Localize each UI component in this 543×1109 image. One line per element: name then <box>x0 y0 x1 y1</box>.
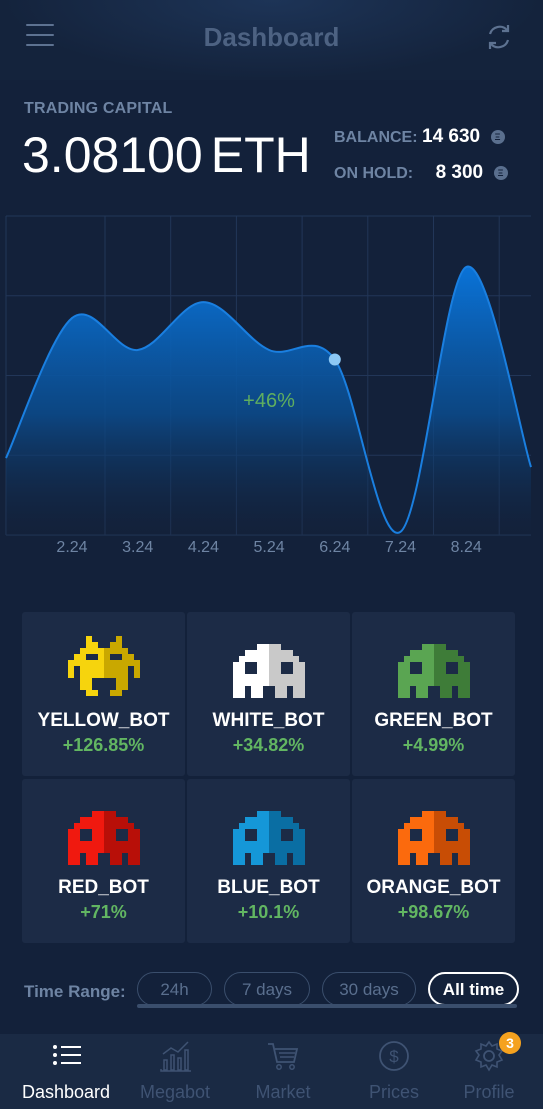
bot-name: GREEN_BOT <box>374 710 493 731</box>
x-tick-label: 5.24 <box>254 539 285 556</box>
capital-unit: ETH <box>210 127 311 183</box>
time-range-24h[interactable]: 24h <box>137 972 212 1006</box>
dollar-icon: $ <box>379 1041 409 1071</box>
chart-annotation: +46% <box>243 390 295 412</box>
ghost-invader-icon <box>397 811 470 865</box>
on-hold-label: ON HOLD: <box>334 165 414 182</box>
time-range-label: Time Range: <box>24 982 126 1001</box>
refresh-icon[interactable] <box>484 22 514 52</box>
balance-label: BALANCE: <box>334 129 418 146</box>
bot-change: +34.82% <box>232 735 305 755</box>
bot-change: +4.99% <box>402 735 465 755</box>
x-tick-label: 6.24 <box>319 539 350 556</box>
bot-change: +71% <box>80 902 127 922</box>
nav-prices[interactable]: $ Prices <box>344 1034 444 1109</box>
x-tick-label: 2.24 <box>56 539 87 556</box>
bot-name: WHITE_BOT <box>212 710 325 731</box>
eth-coin-icon: Ξ <box>493 166 508 180</box>
header: Dashboard <box>0 0 543 80</box>
ghost-invader-icon <box>232 811 305 865</box>
time-range-all-time[interactable]: All time <box>428 972 519 1006</box>
nav-label-prices: Prices <box>368 1082 419 1102</box>
chart-highlight-point[interactable] <box>328 353 341 366</box>
x-tick-label: 8.24 <box>451 539 482 556</box>
svg-text:$: $ <box>389 1047 399 1066</box>
time-range-30-days[interactable]: 30 days <box>322 972 416 1006</box>
nav-market[interactable]: Market <box>233 1034 333 1109</box>
balance-row: BALANCE: 14 630 Ξ <box>334 126 505 148</box>
ghost-invader-icon <box>67 811 140 865</box>
x-tick-label: 7.24 <box>385 539 416 556</box>
nav-label-profile: Profile <box>463 1082 515 1102</box>
bot-name: RED_BOT <box>58 877 149 898</box>
capital-chart: 2.24 3.24 4.24 5.24 6.24 7.24 8.24 +46% <box>0 212 543 562</box>
time-range-scrollbar[interactable] <box>137 1004 517 1008</box>
bot-card[interactable]: GREEN_BOT +4.99% <box>352 612 515 776</box>
eth-coin-icon: Ξ <box>490 130 505 144</box>
nav-label-dashboard: Dashboard <box>21 1082 111 1102</box>
cart-icon <box>268 1043 299 1070</box>
bottom-nav: Dashboard Megabot Market $ Prices 3 Prof… <box>0 1032 543 1109</box>
x-tick-label: 3.24 <box>122 539 153 556</box>
nav-label-market: Market <box>255 1082 311 1102</box>
trading-capital-label: TRADING CAPITAL <box>24 100 173 117</box>
capital-amount: 3.08100 <box>22 127 203 183</box>
bot-change: +10.1% <box>237 902 300 922</box>
trading-capital-value: 3.08100 ETH <box>22 126 311 184</box>
on-hold-row: ON HOLD: 8 300 Ξ <box>334 162 508 184</box>
capital-chart-svg: 2.24 3.24 4.24 5.24 6.24 7.24 8.24 +46% <box>5 215 532 556</box>
bot-card[interactable]: RED_BOT +71% <box>22 779 185 943</box>
nav-megabot[interactable]: Megabot <box>125 1034 225 1109</box>
bot-card[interactable]: WHITE_BOT +34.82% <box>187 612 350 776</box>
chart-icon <box>160 1041 191 1072</box>
invader-antenna-icon <box>67 636 140 696</box>
balance-value: 14 630 <box>422 126 481 147</box>
profile-notification-badge: 3 <box>499 1032 521 1054</box>
time-range-7-days[interactable]: 7 days <box>224 972 310 1006</box>
bot-card[interactable]: BLUE_BOT +10.1% <box>187 779 350 943</box>
nav-label-megabot: Megabot <box>139 1082 211 1102</box>
ghost-invader-icon <box>232 644 305 698</box>
x-tick-label: 4.24 <box>188 539 219 556</box>
time-range-bar: Time Range: 24h 7 days 30 days All time <box>0 966 543 1016</box>
bot-card[interactable]: YELLOW_BOT +126.85% <box>22 612 185 776</box>
bot-name: ORANGE_BOT <box>366 877 501 898</box>
bot-change: +126.85% <box>62 735 145 755</box>
on-hold-value: 8 300 <box>435 162 484 183</box>
bot-card[interactable]: ORANGE_BOT +98.67% <box>352 779 515 943</box>
nav-dashboard[interactable]: Dashboard <box>16 1034 116 1109</box>
nav-profile[interactable]: 3 Profile <box>439 1032 539 1109</box>
ghost-invader-icon <box>397 644 470 698</box>
bot-name: YELLOW_BOT <box>37 710 170 731</box>
bot-name: BLUE_BOT <box>217 877 320 898</box>
list-icon <box>53 1045 81 1065</box>
bot-change: +98.67% <box>397 902 470 922</box>
page-title: Dashboard <box>203 22 340 52</box>
